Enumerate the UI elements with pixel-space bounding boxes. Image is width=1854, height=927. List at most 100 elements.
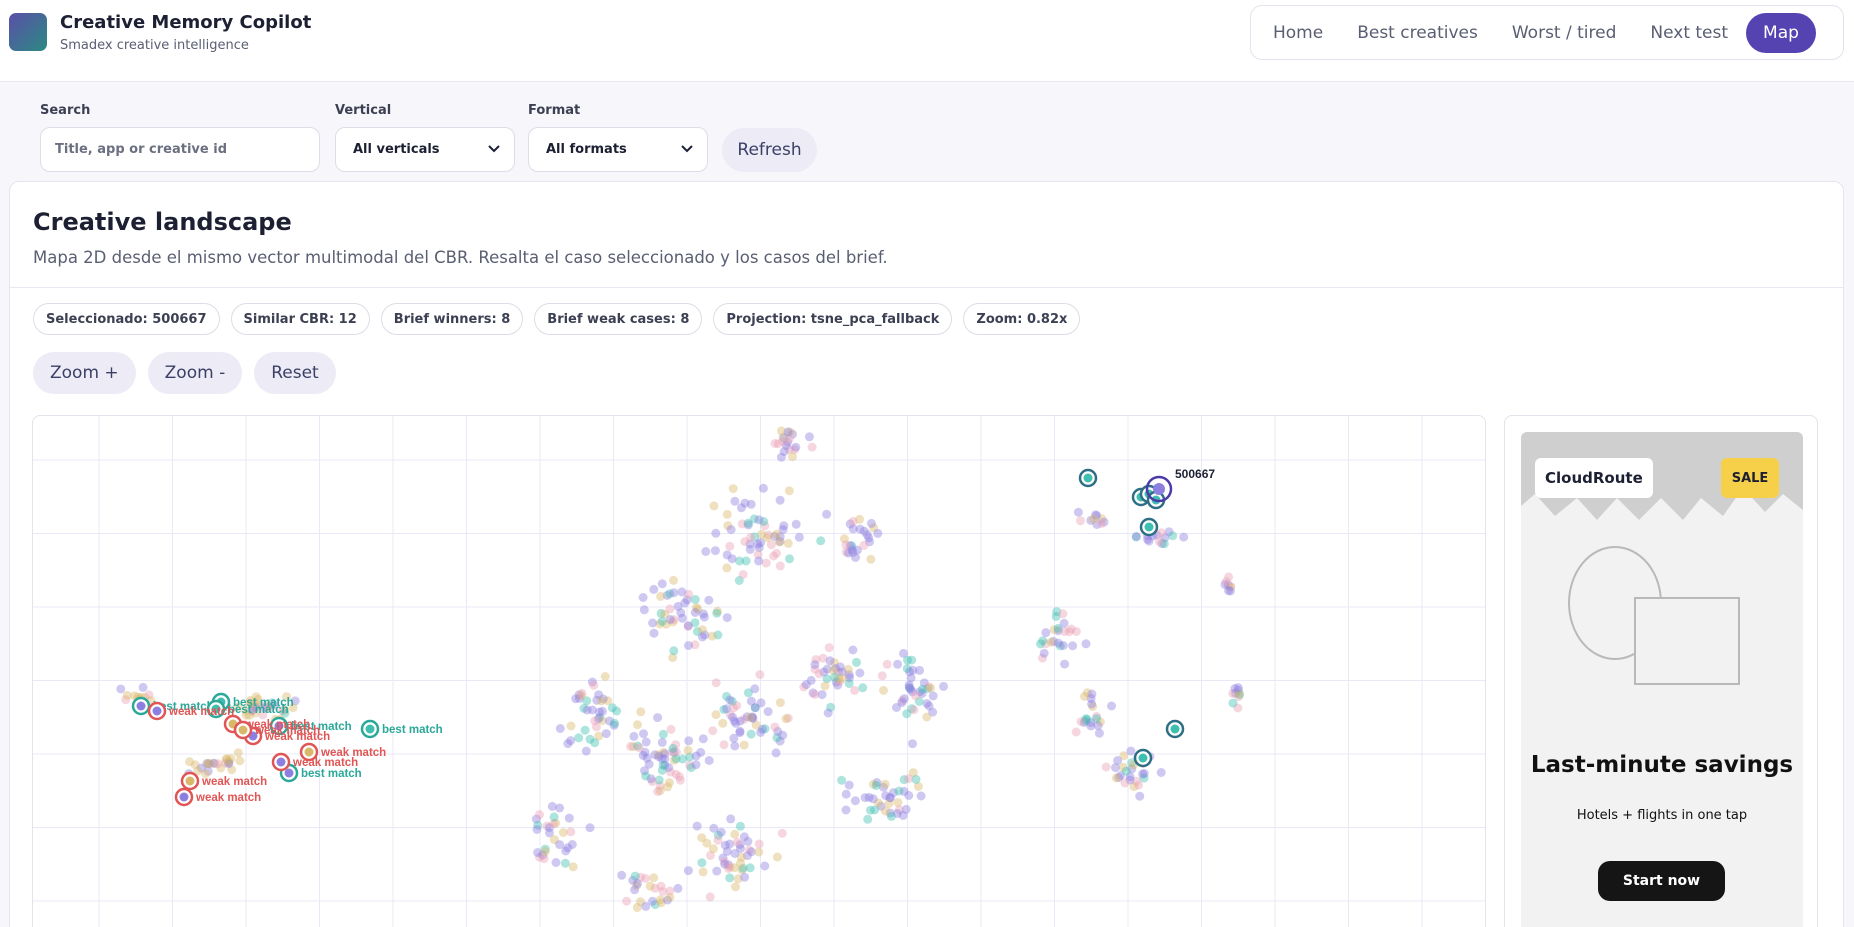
map-point [116, 684, 126, 694]
map-point [761, 558, 771, 568]
map-point [1224, 586, 1233, 596]
map-point [235, 756, 245, 766]
map-point [642, 753, 652, 763]
ad-headline: Last-minute savings [1530, 752, 1794, 778]
map-point [743, 688, 753, 698]
best-match-label: best match [301, 768, 362, 780]
map-point [820, 681, 830, 691]
map-point [691, 760, 701, 770]
map-point [882, 659, 892, 669]
map-point [1101, 762, 1111, 772]
map-point [673, 883, 683, 893]
map-point [1228, 698, 1238, 708]
map-point [776, 452, 786, 462]
weak-match-marker-dot [179, 792, 189, 802]
best-match-marker-dot [136, 701, 146, 711]
map-point [711, 710, 721, 720]
map-point [1071, 727, 1081, 737]
search-label: Search [40, 103, 91, 118]
map-point [911, 691, 921, 701]
map-point [612, 706, 622, 716]
map-point [729, 863, 739, 873]
map-point [690, 608, 700, 617]
map-point [582, 705, 592, 715]
map-point [1111, 773, 1121, 783]
map-point [677, 587, 687, 597]
best-match-marker-dot [365, 724, 375, 734]
map-point [908, 665, 918, 675]
map-point [567, 840, 577, 849]
map-point [725, 541, 735, 551]
vertical-select[interactable]: All verticals [335, 127, 515, 172]
map-point [807, 442, 817, 452]
map-point [866, 554, 876, 564]
map-point [771, 748, 781, 758]
map-point [1038, 636, 1048, 646]
map-point [684, 736, 694, 746]
stats-chips: Seleccionado: 500667 Similar CBR: 12 Bri… [33, 303, 1081, 335]
ad-cta-button[interactable]: Start now [1598, 861, 1725, 901]
map-point [775, 698, 785, 708]
map-point [566, 736, 576, 746]
format-select[interactable]: All formats [528, 127, 708, 172]
map-point [859, 540, 869, 550]
map-point [617, 870, 627, 880]
map-point [707, 631, 717, 641]
map-point [1144, 536, 1154, 546]
landscape-scatter[interactable]: best match best matchbest match best match… [33, 416, 1486, 927]
map-point [705, 892, 715, 902]
map-point [630, 885, 640, 895]
map-point [758, 483, 768, 493]
map-point [732, 837, 742, 847]
map-point [850, 796, 860, 806]
map-point [754, 556, 764, 566]
nav-home[interactable]: Home [1257, 13, 1339, 53]
map-point [657, 617, 667, 626]
zoom-in-button[interactable]: Zoom + [33, 352, 136, 394]
map-point [641, 737, 651, 747]
map-point [1179, 532, 1189, 542]
map-point [641, 771, 651, 781]
map-point [1155, 537, 1164, 546]
map-point [762, 533, 772, 543]
map-point [858, 683, 868, 693]
map-point [1138, 769, 1148, 779]
map-point [1233, 683, 1243, 693]
map-point [791, 519, 801, 529]
map-point [622, 896, 632, 906]
map-point [1126, 746, 1136, 756]
map-point [783, 538, 793, 548]
map-point [138, 682, 148, 692]
search-input[interactable] [40, 127, 320, 172]
weak-match-marker-dot [276, 757, 286, 767]
weak-match-label: weak match [254, 725, 320, 737]
nav-map[interactable]: Map [1746, 12, 1816, 53]
map-point [590, 738, 600, 748]
map-point [668, 743, 678, 753]
reset-button[interactable]: Reset [254, 352, 336, 394]
map-point [824, 643, 834, 653]
page-title: Creative landscape [33, 208, 292, 236]
nav-best-creatives[interactable]: Best creatives [1341, 13, 1494, 53]
map-point [712, 866, 722, 876]
zoom-out-button[interactable]: Zoom - [147, 352, 243, 394]
zoom-controls: Zoom + Zoom - Reset [33, 352, 336, 394]
map-point [870, 805, 880, 815]
nav-worst-tired[interactable]: Worst / tired [1496, 13, 1633, 53]
map-point [185, 757, 195, 767]
landscape-map[interactable]: best match best match best match best match… [32, 415, 1486, 927]
map-point [816, 536, 826, 546]
map-point [698, 609, 708, 619]
map-point [729, 733, 739, 743]
nav-next-test[interactable]: Next test [1634, 13, 1744, 53]
chip-brief-weak: Brief weak cases: 8 [534, 303, 703, 335]
map-point [1121, 766, 1131, 776]
map-point [743, 837, 753, 846]
map-point [760, 861, 770, 871]
refresh-button[interactable]: Refresh [722, 128, 817, 172]
map-point [922, 699, 932, 708]
map-point [1060, 627, 1070, 636]
map-point [1073, 507, 1083, 517]
map-point [641, 901, 651, 911]
chip-zoom: Zoom: 0.82x [963, 303, 1081, 335]
